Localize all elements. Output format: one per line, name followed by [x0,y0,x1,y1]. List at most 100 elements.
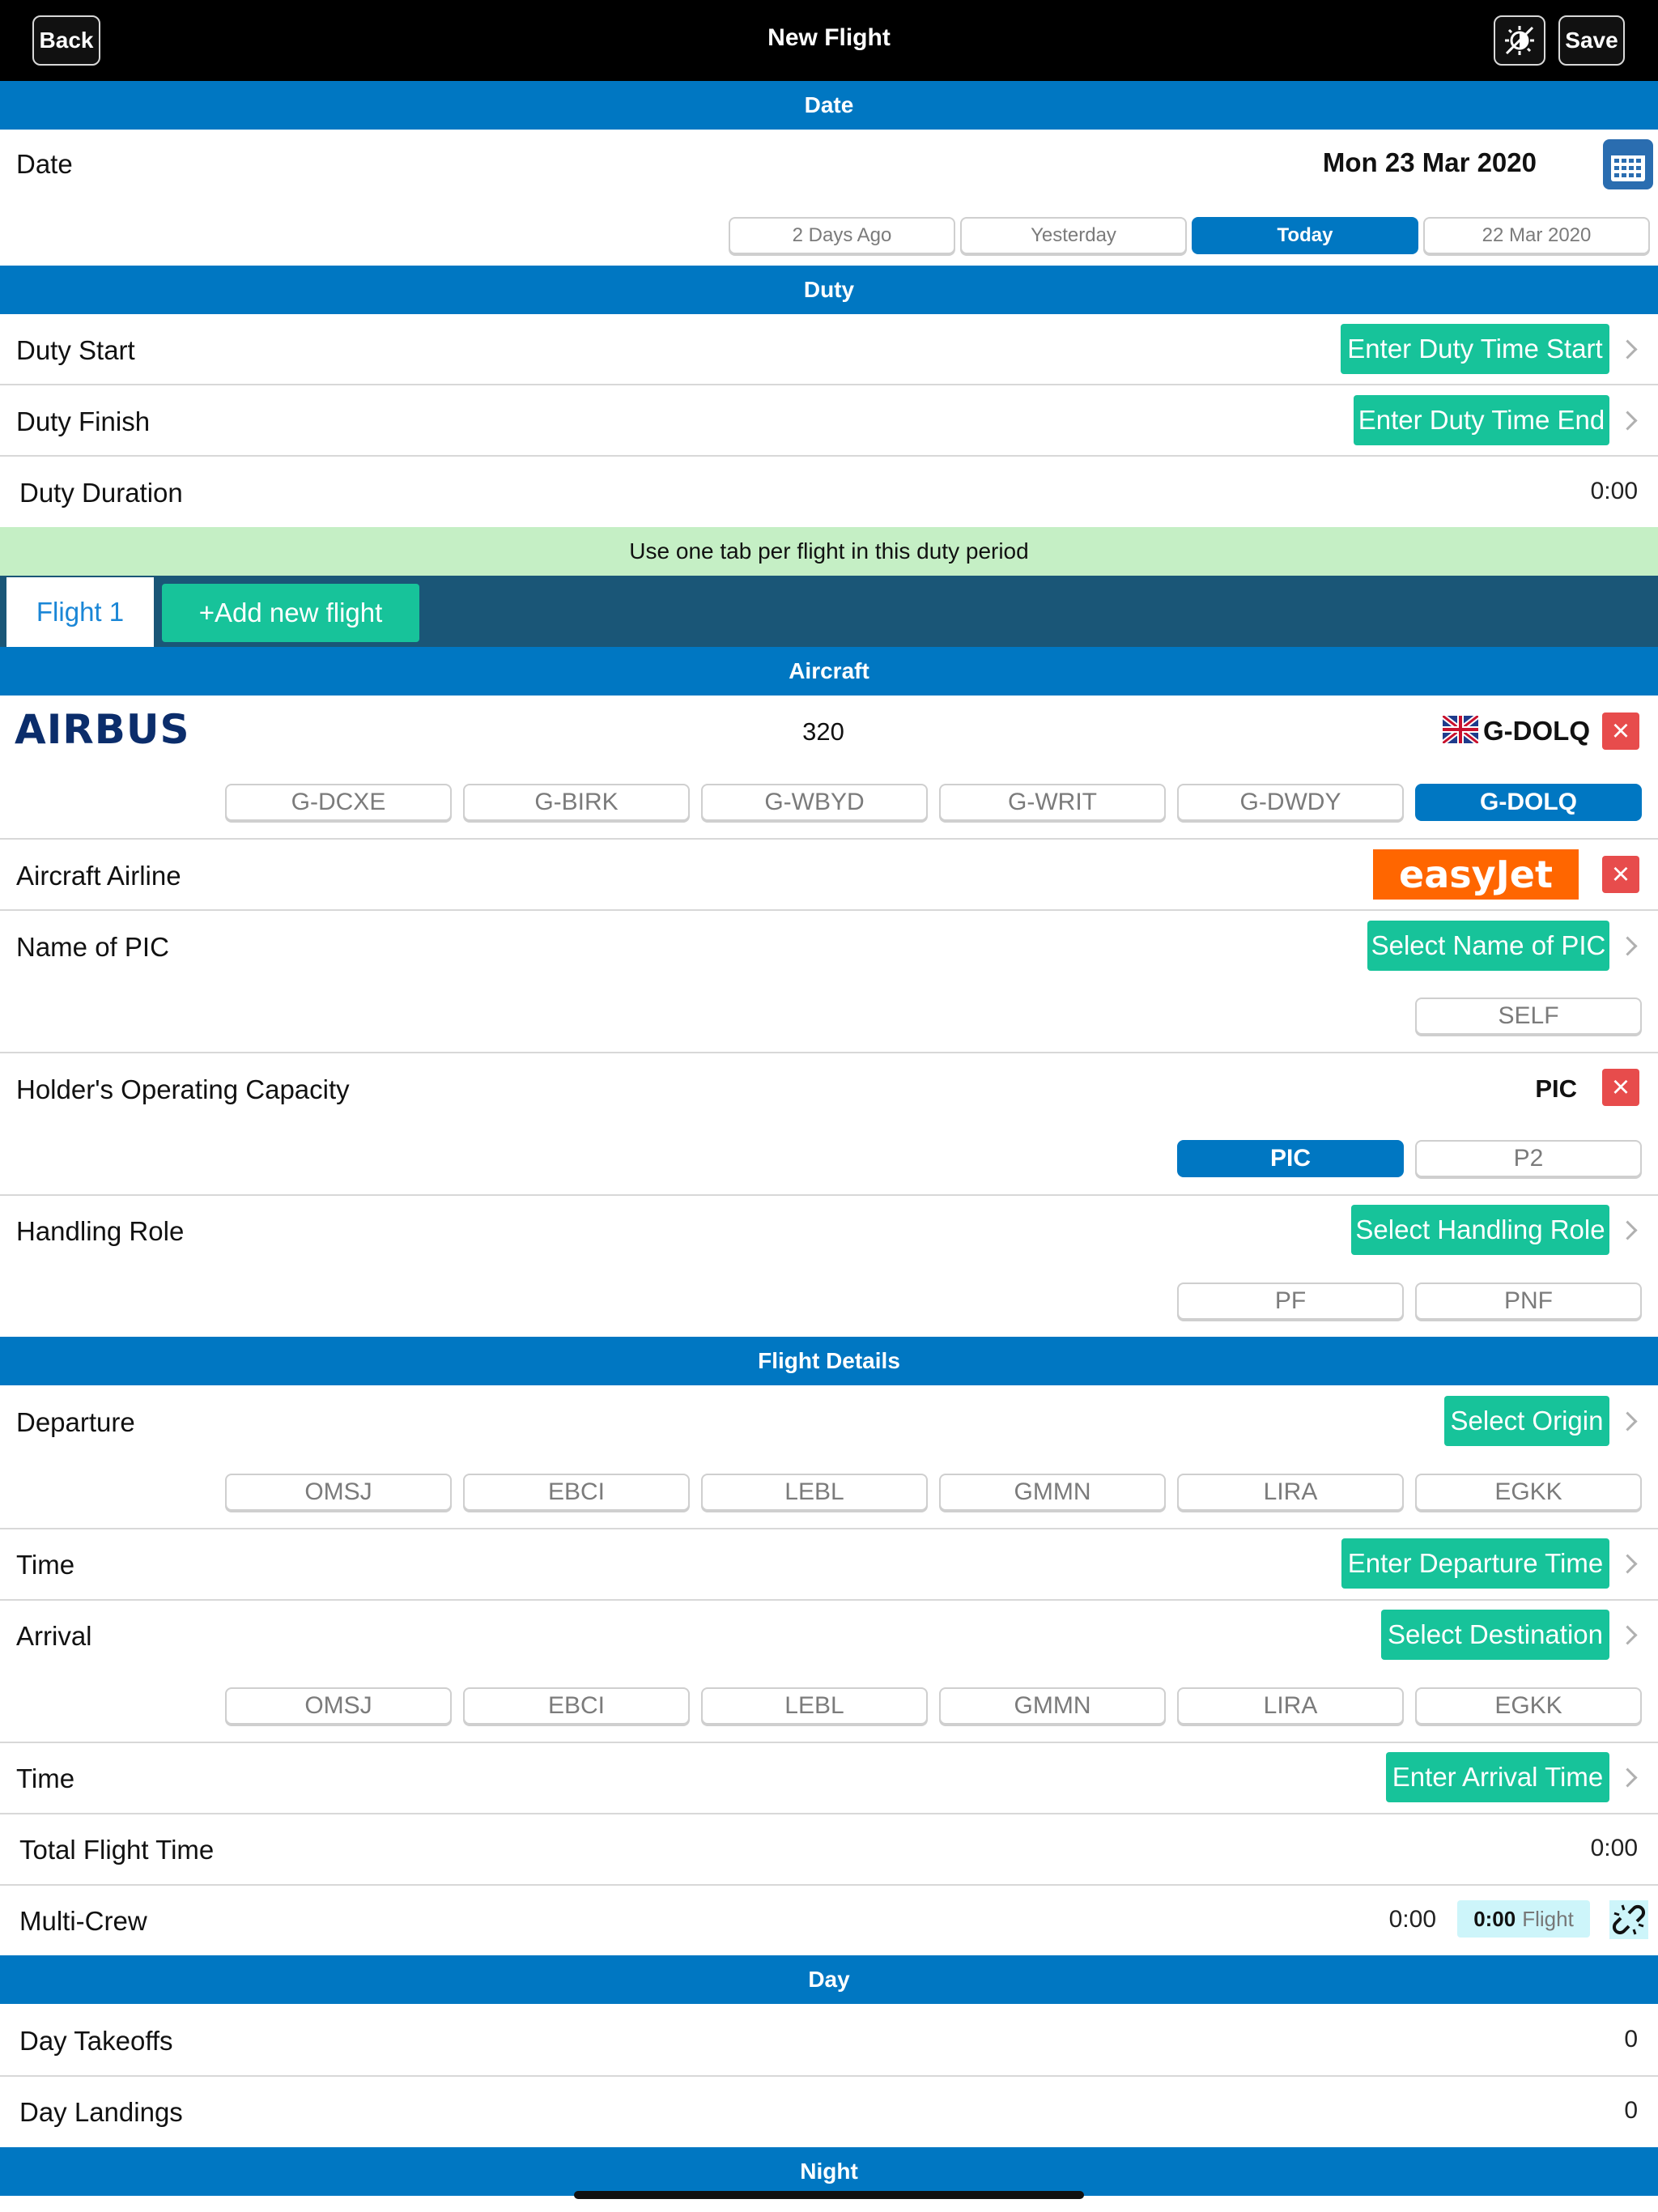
date-quick-today[interactable]: Today [1192,217,1418,254]
easyjet-logo: easyJet [1373,849,1579,900]
duty-start-label: Duty Start [16,335,135,365]
multi-crew-label: Multi-Crew [19,1906,147,1936]
total-flight-time-value: 0:00 [1590,1835,1638,1861]
day-landings-label: Day Landings [19,2097,183,2127]
multi-crew-value: 0:00 [1388,1906,1436,1933]
clear-capacity-button[interactable]: × [1602,1069,1639,1106]
section-header-day: Day [0,1955,1658,2004]
departure-airport-chip[interactable]: OMSJ [225,1474,452,1511]
divider [0,384,1658,385]
divider [0,1528,1658,1529]
flight-tag-label: Flight [1522,1906,1574,1931]
flight-tab-bar: Flight 1 +Add new flight [0,576,1658,647]
operating-capacity-label: Holder's Operating Capacity [16,1074,350,1104]
night-mode-button[interactable] [1494,15,1545,66]
departure-airport-chip[interactable]: GMMN [939,1474,1166,1511]
duty-duration-label: Duty Duration [19,478,183,508]
arrival-time-label: Time [16,1763,75,1793]
arrival-airport-chip[interactable]: LIRA [1177,1687,1404,1725]
departure-airport-chip[interactable]: LIRA [1177,1474,1404,1511]
select-destination-button[interactable]: Select Destination [1381,1610,1609,1660]
divider [0,2075,1658,2077]
enter-duty-start-button[interactable]: Enter Duty Time Start [1341,324,1609,374]
divider [0,838,1658,840]
pic-name-label: Name of PIC [16,932,169,962]
divider [0,1813,1658,1814]
aircraft-chip[interactable]: G-DCXE [225,784,452,821]
calendar-icon[interactable] [1603,139,1653,189]
date-quick-2-days-ago[interactable]: 2 Days Ago [729,217,955,254]
tab-flight-1[interactable]: Flight 1 [6,577,154,647]
add-new-flight-button[interactable]: +Add new flight [162,584,419,642]
close-icon: × [1611,1070,1630,1104]
unlink-icon[interactable] [1609,1900,1648,1939]
enter-departure-time-button[interactable]: Enter Departure Time [1341,1538,1609,1589]
top-navigation-bar: Back New Flight Save [0,0,1658,81]
divider [0,455,1658,457]
aircraft-chip-selected[interactable]: G-DOLQ [1415,784,1642,821]
day-takeoffs-value[interactable]: 0 [1624,2026,1638,2053]
multi-crew-flight-tag[interactable]: 0:00 Flight [1457,1900,1590,1938]
aircraft-chip[interactable]: G-WBYD [701,784,928,821]
departure-time-label: Time [16,1550,75,1580]
flight-tag-value: 0:00 [1473,1906,1516,1931]
arrival-airport-chip[interactable]: GMMN [939,1687,1166,1725]
departure-airport-chip[interactable]: LEBL [701,1474,928,1511]
date-label: Date [16,149,73,179]
select-pic-button[interactable]: Select Name of PIC [1367,921,1609,971]
divider [0,1599,1658,1601]
chevron-right-icon [1618,1220,1638,1240]
date-value[interactable]: Mon 23 Mar 2020 [1323,147,1537,178]
capacity-pic-chip[interactable]: PIC [1177,1140,1404,1177]
uk-flag-icon [1440,713,1481,746]
operating-capacity-value: PIC [1535,1074,1577,1103]
divider [0,1742,1658,1743]
chevron-right-icon [1618,1767,1638,1788]
page-title: New Flight [767,24,891,51]
divider [0,1884,1658,1886]
select-handling-role-button[interactable]: Select Handling Role [1351,1205,1609,1255]
date-quick-yesterday[interactable]: Yesterday [960,217,1187,254]
clear-airline-button[interactable]: × [1602,856,1639,893]
departure-label: Departure [16,1407,135,1437]
handling-role-label: Handling Role [16,1216,185,1246]
arrival-airport-chip[interactable]: LEBL [701,1687,928,1725]
role-pf-chip[interactable]: PF [1177,1283,1404,1320]
arrival-airport-chip[interactable]: EGKK [1415,1687,1642,1725]
enter-arrival-time-button[interactable]: Enter Arrival Time [1386,1752,1609,1802]
select-origin-button[interactable]: Select Origin [1444,1396,1609,1446]
close-icon: × [1611,714,1630,748]
aircraft-chip[interactable]: G-BIRK [463,784,690,821]
chevron-right-icon [1618,1554,1638,1574]
departure-airport-chip[interactable]: EBCI [463,1474,690,1511]
duty-duration-value: 0:00 [1590,478,1638,504]
section-header-duty: Duty [0,266,1658,314]
aircraft-chip[interactable]: G-DWDY [1177,784,1404,821]
chevron-right-icon [1618,410,1638,431]
pic-self-chip[interactable]: SELF [1415,998,1642,1035]
aircraft-chip[interactable]: G-WRIT [939,784,1166,821]
section-header-date: Date [0,81,1658,130]
arrival-airport-chip[interactable]: OMSJ [225,1687,452,1725]
chevron-right-icon [1618,1411,1638,1431]
divider [0,909,1658,911]
clear-aircraft-button[interactable]: × [1602,713,1639,750]
chevron-right-icon [1618,1625,1638,1645]
day-landings-value[interactable]: 0 [1624,2097,1638,2125]
duty-finish-label: Duty Finish [16,406,151,436]
date-quick-22-mar[interactable]: 22 Mar 2020 [1423,217,1650,254]
section-header-aircraft: Aircraft [0,647,1658,696]
home-indicator[interactable] [574,2191,1084,2199]
aircraft-airline-label: Aircraft Airline [16,861,181,891]
total-flight-time-label: Total Flight Time [19,1835,215,1865]
section-header-night: Night [0,2147,1658,2196]
capacity-p2-chip[interactable]: P2 [1415,1140,1642,1177]
role-pnf-chip[interactable]: PNF [1415,1283,1642,1320]
save-button[interactable]: Save [1558,15,1625,66]
divider [0,1052,1658,1053]
day-takeoffs-label: Day Takeoffs [19,2026,173,2056]
enter-duty-end-button[interactable]: Enter Duty Time End [1354,395,1609,445]
arrival-airport-chip[interactable]: EBCI [463,1687,690,1725]
sun-moon-icon [1505,26,1534,55]
departure-airport-chip[interactable]: EGKK [1415,1474,1642,1511]
